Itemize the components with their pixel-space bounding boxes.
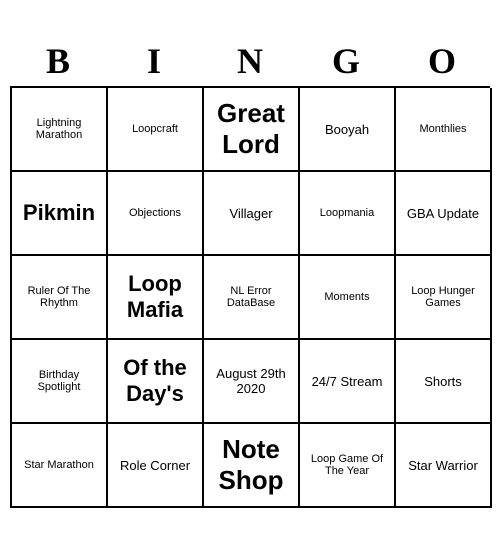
bingo-cell: NL Error DataBase	[204, 256, 300, 340]
cell-label: NL Error DataBase	[208, 285, 294, 309]
cell-label: August 29th 2020	[208, 366, 294, 396]
cell-label: Loop Mafia	[112, 271, 198, 323]
bingo-cell: Loop Hunger Games	[396, 256, 492, 340]
bingo-cell: 24/7 Stream	[300, 340, 396, 424]
bingo-cell: Monthlies	[396, 88, 492, 172]
cell-label: Ruler Of The Rhythm	[16, 285, 102, 309]
cell-label: Great Lord	[208, 98, 294, 160]
cell-label: Loop Game Of The Year	[304, 453, 390, 477]
bingo-cell: Role Corner	[108, 424, 204, 508]
bingo-cell: Loopmania	[300, 172, 396, 256]
bingo-cell: August 29th 2020	[204, 340, 300, 424]
cell-label: Loopcraft	[132, 123, 178, 135]
bingo-cell: Great Lord	[204, 88, 300, 172]
bingo-cell: Loop Game Of The Year	[300, 424, 396, 508]
bingo-letter: N	[206, 40, 294, 82]
bingo-letter: O	[398, 40, 486, 82]
cell-label: 24/7 Stream	[312, 374, 383, 389]
bingo-cell: GBA Update	[396, 172, 492, 256]
cell-label: Villager	[229, 206, 272, 221]
cell-label: Monthlies	[419, 123, 466, 135]
bingo-letter: I	[110, 40, 198, 82]
cell-label: Objections	[129, 207, 181, 219]
bingo-cell: Note Shop	[204, 424, 300, 508]
bingo-cell: Objections	[108, 172, 204, 256]
bingo-cell: Booyah	[300, 88, 396, 172]
bingo-cell: Shorts	[396, 340, 492, 424]
cell-label: Pikmin	[23, 200, 95, 226]
bingo-cell: Villager	[204, 172, 300, 256]
cell-label: Star Warrior	[408, 458, 478, 473]
bingo-header: BINGO	[10, 36, 490, 86]
bingo-letter: G	[302, 40, 390, 82]
cell-label: Of the Day's	[112, 355, 198, 407]
bingo-cell: Birthday Spotlight	[12, 340, 108, 424]
cell-label: Note Shop	[208, 434, 294, 496]
cell-label: Moments	[324, 291, 369, 303]
bingo-cell: Lightning Marathon	[12, 88, 108, 172]
cell-label: Booyah	[325, 122, 369, 137]
bingo-card: BINGO Lightning Marathon Loopcraft Great L…	[10, 36, 490, 508]
bingo-cell: Moments	[300, 256, 396, 340]
cell-label: Shorts	[424, 374, 462, 389]
cell-label: Lightning Marathon	[16, 117, 102, 141]
cell-label: Loop Hunger Games	[400, 285, 486, 309]
bingo-cell: Star Warrior	[396, 424, 492, 508]
bingo-cell: Star Marathon	[12, 424, 108, 508]
bingo-grid: Lightning Marathon Loopcraft Great Lord Boo…	[10, 86, 490, 508]
bingo-cell: Loop Mafia	[108, 256, 204, 340]
bingo-cell: Pikmin	[12, 172, 108, 256]
cell-label: Role Corner	[120, 458, 190, 473]
bingo-cell: Loopcraft	[108, 88, 204, 172]
cell-label: Loopmania	[320, 207, 374, 219]
bingo-letter: B	[14, 40, 102, 82]
bingo-cell: Ruler Of The Rhythm	[12, 256, 108, 340]
bingo-cell: Of the Day's	[108, 340, 204, 424]
cell-label: Birthday Spotlight	[16, 369, 102, 393]
cell-label: GBA Update	[407, 206, 479, 221]
cell-label: Star Marathon	[24, 459, 94, 471]
